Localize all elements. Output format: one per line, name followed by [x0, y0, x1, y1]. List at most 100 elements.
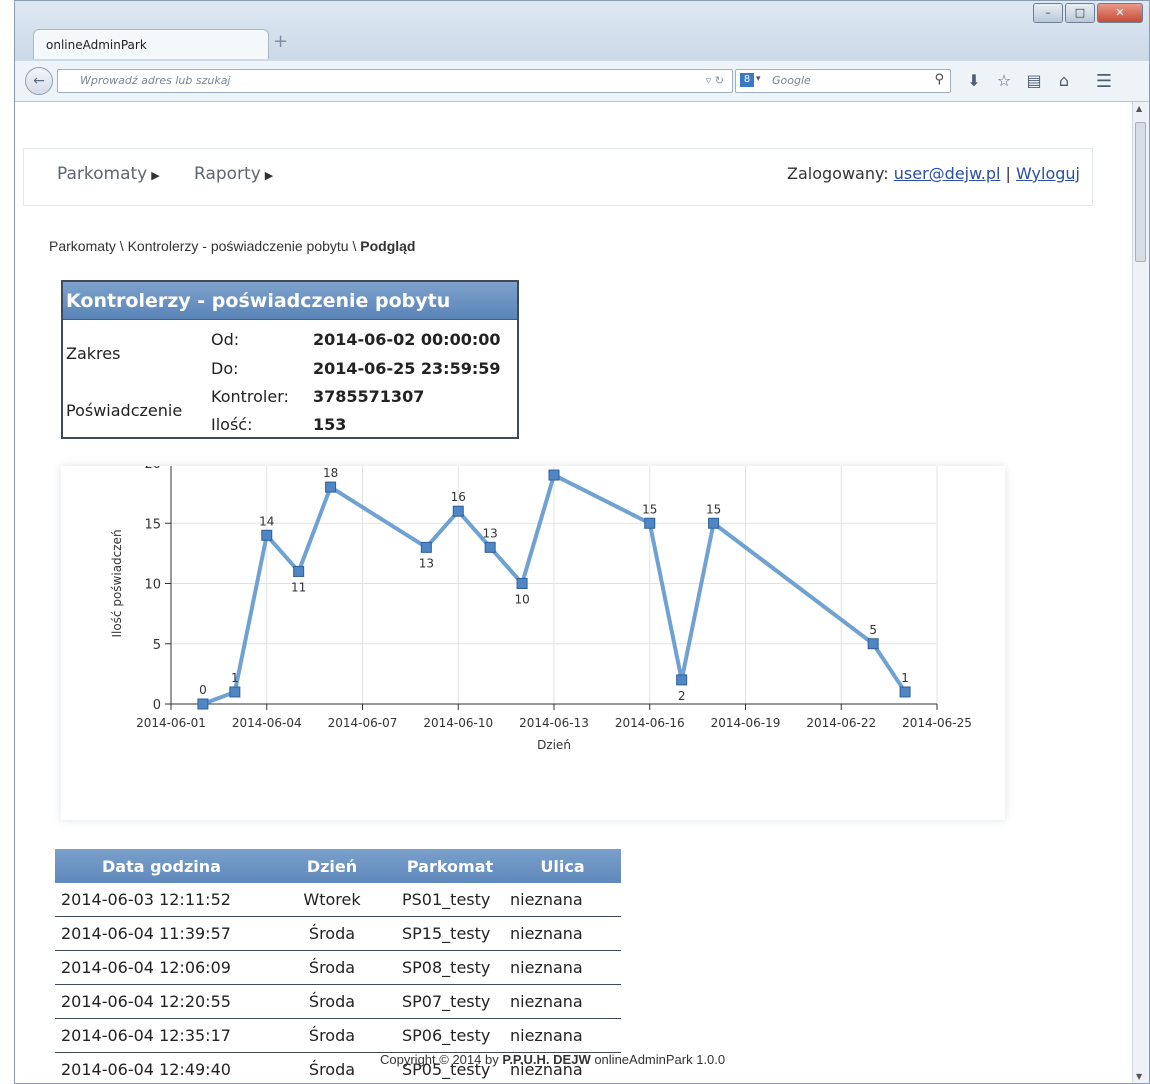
- window-controls: – □ ✕: [1031, 3, 1143, 23]
- title-bar: onlineAdminPark + – □ ✕: [15, 1, 1149, 61]
- download-icon[interactable]: ⬇: [959, 71, 989, 92]
- menu-parkomaty-label: Parkomaty: [57, 164, 148, 184]
- y-tick-label: 10: [144, 578, 161, 593]
- menu-raporty-label: Raporty: [194, 164, 261, 184]
- copyright-footer: Copyright © 2014 by P.P.U.H. DEJW online…: [380, 1052, 725, 1067]
- cell-parkomat: SP06_testy: [396, 1018, 504, 1053]
- header-parkomat[interactable]: Parkomat: [396, 849, 504, 883]
- menu-raporty[interactable]: Raporty ▶: [194, 164, 273, 184]
- search-icon[interactable]: ⚲: [934, 72, 944, 87]
- data-label: 1: [901, 671, 909, 685]
- data-point[interactable]: [708, 517, 720, 529]
- od-value: 2014-06-02 00:00:00: [313, 330, 501, 349]
- x-tick-label: 2014-06-16: [615, 716, 685, 730]
- back-arrow-icon[interactable]: ←: [25, 67, 53, 95]
- minimize-icon[interactable]: –: [1033, 3, 1063, 23]
- x-tick-label: 2014-06-13: [519, 716, 589, 730]
- do-label: Do:: [211, 359, 239, 378]
- data-point[interactable]: [325, 481, 337, 493]
- data-point[interactable]: [676, 674, 688, 686]
- browser-tab[interactable]: onlineAdminPark: [33, 29, 269, 59]
- data-point[interactable]: [516, 578, 528, 589]
- scroll-up-icon[interactable]: ▲: [1136, 104, 1142, 113]
- reload-icon[interactable]: ▿ ↻: [706, 74, 724, 87]
- cell-dzien: Środa: [268, 1052, 396, 1083]
- data-label: 5: [869, 623, 877, 637]
- cell-parkomat: PS01_testy: [396, 883, 504, 917]
- search-engine-dropdown-icon[interactable]: ▾: [756, 74, 761, 84]
- table-row[interactable]: 2014-06-04 12:35:17 Środa SP06_testy niezna…: [55, 1018, 621, 1053]
- breadcrumb: Parkomaty \ Kontrolerzy - poświadczenie …: [49, 238, 416, 254]
- home-icon[interactable]: ⌂: [1049, 71, 1079, 92]
- login-separator: |: [1005, 164, 1011, 183]
- top-menu: Parkomaty ▶ Raporty ▶ Zalogowany: user@dej…: [23, 148, 1093, 206]
- scroll-thumb[interactable]: [1135, 122, 1146, 262]
- data-label: 19: [546, 466, 561, 468]
- data-label: 15: [706, 502, 721, 516]
- data-point[interactable]: [197, 698, 209, 710]
- cell-data-godzina: 2014-06-04 12:35:17: [55, 1018, 268, 1053]
- cell-parkomat: SP07_testy: [396, 984, 504, 1019]
- cell-ulica: nieznana: [504, 883, 621, 917]
- maximize-icon[interactable]: □: [1065, 3, 1095, 23]
- breadcrumb-path: Parkomaty \ Kontrolerzy - poświadczenie …: [49, 238, 361, 254]
- data-label: 13: [483, 526, 498, 540]
- close-icon[interactable]: ✕: [1097, 3, 1143, 23]
- x-tick-label: 2014-06-04: [232, 716, 302, 730]
- data-point[interactable]: [229, 686, 241, 698]
- events-table: Data godzina Dzień Parkomat Ulica 2014-0…: [55, 849, 621, 1083]
- toolbar-icons: ⬇ ☆ ▤ ⌂ ☰: [959, 71, 1119, 92]
- breadcrumb-current: Podgląd: [360, 238, 416, 254]
- data-point[interactable]: [484, 541, 496, 553]
- address-bar[interactable]: Wprowadź adres lub szukaj ▿ ↻: [57, 69, 733, 93]
- data-label: 13: [419, 556, 434, 570]
- y-tick-label: 0: [153, 698, 161, 713]
- y-tick-label: 5: [153, 638, 161, 653]
- user-email-link[interactable]: user@dejw.pl: [894, 164, 1001, 183]
- data-point[interactable]: [548, 469, 560, 481]
- cell-dzien: Środa: [268, 950, 396, 985]
- data-point[interactable]: [420, 541, 432, 553]
- kontroler-label: Kontroler:: [211, 387, 289, 406]
- table-row[interactable]: 2014-06-04 12:06:09 Środa SP08_testy niezna…: [55, 950, 621, 985]
- bookmark-star-icon[interactable]: ☆: [989, 71, 1019, 92]
- line-chart: 051015202014-06-012014-06-042014-06-0720…: [110, 466, 972, 752]
- cell-dzien: Środa: [268, 916, 396, 951]
- cell-data-godzina: 2014-06-04 11:39:57: [55, 916, 268, 951]
- search-input[interactable]: 8 ▾ Google ⚲: [735, 69, 951, 93]
- search-engine-icon[interactable]: 8: [740, 73, 754, 87]
- cell-data-godzina: 2014-06-04 12:06:09: [55, 950, 268, 985]
- login-label: Zalogowany:: [787, 164, 889, 183]
- menu-icon[interactable]: ☰: [1089, 71, 1119, 92]
- cell-ulica: nieznana: [504, 950, 621, 985]
- table-row[interactable]: 2014-06-04 12:20:55 Środa SP07_testy niezna…: [55, 984, 621, 1019]
- data-point[interactable]: [867, 638, 879, 650]
- data-point[interactable]: [261, 529, 273, 541]
- logout-link[interactable]: Wyloguj: [1016, 164, 1080, 183]
- do-value: 2014-06-25 23:59:59: [313, 359, 501, 378]
- header-dzien[interactable]: Dzień: [268, 849, 396, 883]
- data-point[interactable]: [644, 517, 656, 529]
- header-ulica[interactable]: Ulica: [504, 849, 621, 883]
- table-row[interactable]: 2014-06-04 11:39:57 Środa SP15_testy niezna…: [55, 916, 621, 951]
- table-header-row: Data godzina Dzień Parkomat Ulica: [55, 849, 621, 883]
- cell-data-godzina: 2014-06-03 12:11:52: [55, 883, 268, 917]
- data-label: 15: [642, 502, 657, 516]
- y-tick-label: 20: [144, 466, 161, 472]
- header-data-godzina[interactable]: Data godzina: [55, 849, 268, 883]
- table-row[interactable]: 2014-06-03 12:11:52 Wtorek PS01_testy niezn…: [55, 883, 621, 917]
- data-point[interactable]: [452, 505, 464, 517]
- data-label: 0: [199, 683, 207, 697]
- data-label: 10: [514, 593, 529, 607]
- page-content: Parkomaty ▶ Raporty ▶ Zalogowany: user@dej…: [15, 102, 1135, 1083]
- scroll-down-icon[interactable]: ▼: [1136, 1072, 1142, 1081]
- od-label: Od:: [211, 330, 240, 349]
- cell-ulica: nieznana: [504, 1018, 621, 1053]
- data-point[interactable]: [899, 686, 911, 698]
- bookmarks-list-icon[interactable]: ▤: [1019, 71, 1049, 92]
- data-point[interactable]: [293, 565, 305, 577]
- data-label: 18: [323, 466, 338, 480]
- menu-parkomaty[interactable]: Parkomaty ▶: [57, 164, 160, 184]
- vertical-scrollbar[interactable]: ▲ ▼: [1132, 102, 1149, 1083]
- new-tab-button[interactable]: +: [273, 31, 288, 52]
